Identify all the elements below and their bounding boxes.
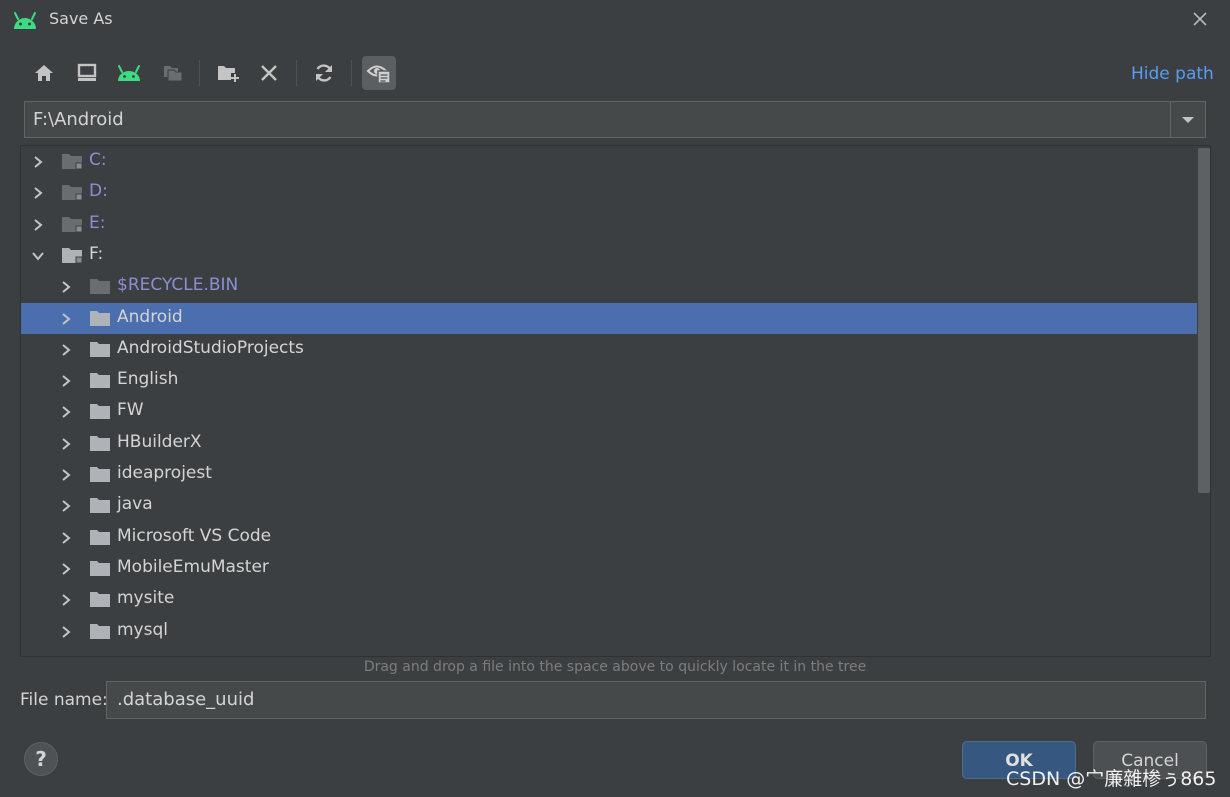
dropdown-button[interactable] (1170, 102, 1205, 137)
tree-row[interactable]: English (21, 365, 1197, 396)
path-combobox[interactable]: F:\Android (24, 101, 1206, 138)
tree-item-label: mysite (117, 588, 175, 609)
tree-item-label: HBuilderX (117, 431, 202, 452)
folder-icon (89, 434, 111, 452)
drive-icon (61, 183, 83, 201)
hide-path-link[interactable]: Hide path (1131, 64, 1214, 84)
file-name-label: File name: (20, 690, 108, 710)
close-icon[interactable] (1190, 9, 1210, 29)
tree-item-label: $RECYCLE.BIN (117, 275, 239, 296)
folder-icon (89, 528, 111, 546)
window-title: Save As (49, 9, 113, 28)
refresh-button[interactable] (307, 56, 341, 90)
folder-icon (89, 559, 111, 577)
show-hidden-button[interactable] (362, 56, 396, 90)
tree-row[interactable]: ideaprojest (21, 459, 1197, 490)
tree-row[interactable]: FW (21, 396, 1197, 427)
chevron-down-icon (1181, 110, 1195, 129)
tree-row[interactable]: C: (21, 146, 1197, 177)
project-button[interactable] (112, 56, 146, 90)
chevron-right-icon[interactable] (59, 373, 73, 387)
drive-icon (61, 152, 83, 170)
tree-row[interactable]: java (21, 490, 1197, 521)
tree-item-label: Microsoft VS Code (117, 525, 272, 546)
tree-item-label: ideaprojest (117, 463, 212, 483)
tree-item-label: FW (117, 400, 144, 421)
home-button[interactable] (27, 56, 61, 90)
tree-row[interactable]: D: (21, 177, 1197, 208)
chevron-right-icon[interactable] (59, 624, 73, 638)
scrollbar-thumb[interactable] (1198, 148, 1210, 493)
folder-icon (89, 309, 111, 327)
tree-item-label: C: (89, 150, 107, 170)
tree-item-label: D: (89, 181, 108, 202)
chevron-right-icon[interactable] (31, 217, 45, 231)
folder-icon (89, 340, 111, 358)
file-tree[interactable]: C: D: E: F: $RECYCLE.BIN Android AndroidStudio… (20, 145, 1211, 657)
drive-icon (61, 215, 83, 233)
chevron-right-icon[interactable] (59, 342, 73, 356)
module-button[interactable] (156, 56, 190, 90)
tree-item-label: English (117, 369, 179, 390)
chevron-right-icon[interactable] (59, 592, 73, 606)
tree-row[interactable]: Android (21, 302, 1197, 334)
chevron-right-icon[interactable] (59, 404, 73, 419)
help-button[interactable]: ? (24, 742, 58, 776)
chevron-right-icon[interactable] (59, 279, 73, 293)
tree-item-label: E: (89, 212, 106, 233)
new-folder-icon (216, 63, 240, 83)
chevron-right-icon[interactable] (59, 561, 73, 575)
delete-icon (259, 63, 279, 83)
folders-icon (162, 63, 184, 83)
folder-icon (89, 277, 111, 295)
chevron-right-icon[interactable] (59, 530, 73, 544)
path-input[interactable]: F:\Android (33, 109, 124, 130)
tree-item-label: F: (89, 243, 104, 264)
tree-row[interactable]: HBuilderX (21, 428, 1197, 459)
tree-row[interactable]: E: (21, 209, 1197, 240)
tree-item-label: MobileEmuMaster (117, 556, 269, 577)
folder-icon (89, 496, 111, 514)
chevron-right-icon[interactable] (59, 311, 73, 325)
folder-icon (89, 402, 111, 420)
home-icon (33, 63, 55, 83)
tree-item-label: Android (117, 306, 183, 327)
title-bar: Save As (0, 0, 1230, 40)
folder-icon (89, 590, 111, 608)
chevron-right-icon[interactable] (59, 498, 73, 513)
folder-icon (89, 622, 111, 640)
tree-item-label: AndroidStudioProjects (117, 337, 304, 358)
android-icon (12, 10, 38, 30)
refresh-icon (313, 62, 335, 84)
tree-row[interactable]: mysql (21, 616, 1197, 647)
android-icon (116, 64, 142, 82)
tree-row[interactable]: Microsoft VS Code (21, 522, 1197, 553)
folder-icon (89, 465, 111, 483)
desktop-icon (76, 63, 98, 83)
drag-drop-hint: Drag and drop a file into the space abov… (363, 659, 867, 675)
chevron-right-icon[interactable] (59, 436, 73, 450)
drive-icon (61, 246, 83, 264)
folder-icon (89, 371, 111, 389)
file-name-input[interactable]: .database_uuid (106, 681, 1206, 719)
chevron-right-icon[interactable] (31, 154, 45, 168)
tree-item-label: mysql (117, 619, 168, 640)
toolbar (26, 56, 926, 92)
chevron-right-icon[interactable] (59, 467, 73, 481)
tree-row[interactable]: $RECYCLE.BIN (21, 271, 1197, 302)
help-icon: ? (35, 747, 47, 771)
new-folder-button[interactable] (211, 56, 245, 90)
chevron-down-icon[interactable] (31, 248, 45, 262)
tree-row[interactable]: AndroidStudioProjects (21, 334, 1197, 365)
tree-row[interactable]: mysite (21, 584, 1197, 615)
show-hidden-icon (366, 61, 392, 85)
chevron-right-icon[interactable] (31, 185, 45, 200)
tree-row[interactable]: MobileEmuMaster (21, 553, 1197, 584)
delete-button[interactable] (252, 56, 286, 90)
tree-row[interactable]: F: (21, 240, 1197, 271)
desktop-button[interactable] (70, 56, 104, 90)
watermark-text: CSDN @宀廉雜椮ぅ865 (1006, 768, 1217, 790)
tree-item-label: java (117, 494, 153, 515)
